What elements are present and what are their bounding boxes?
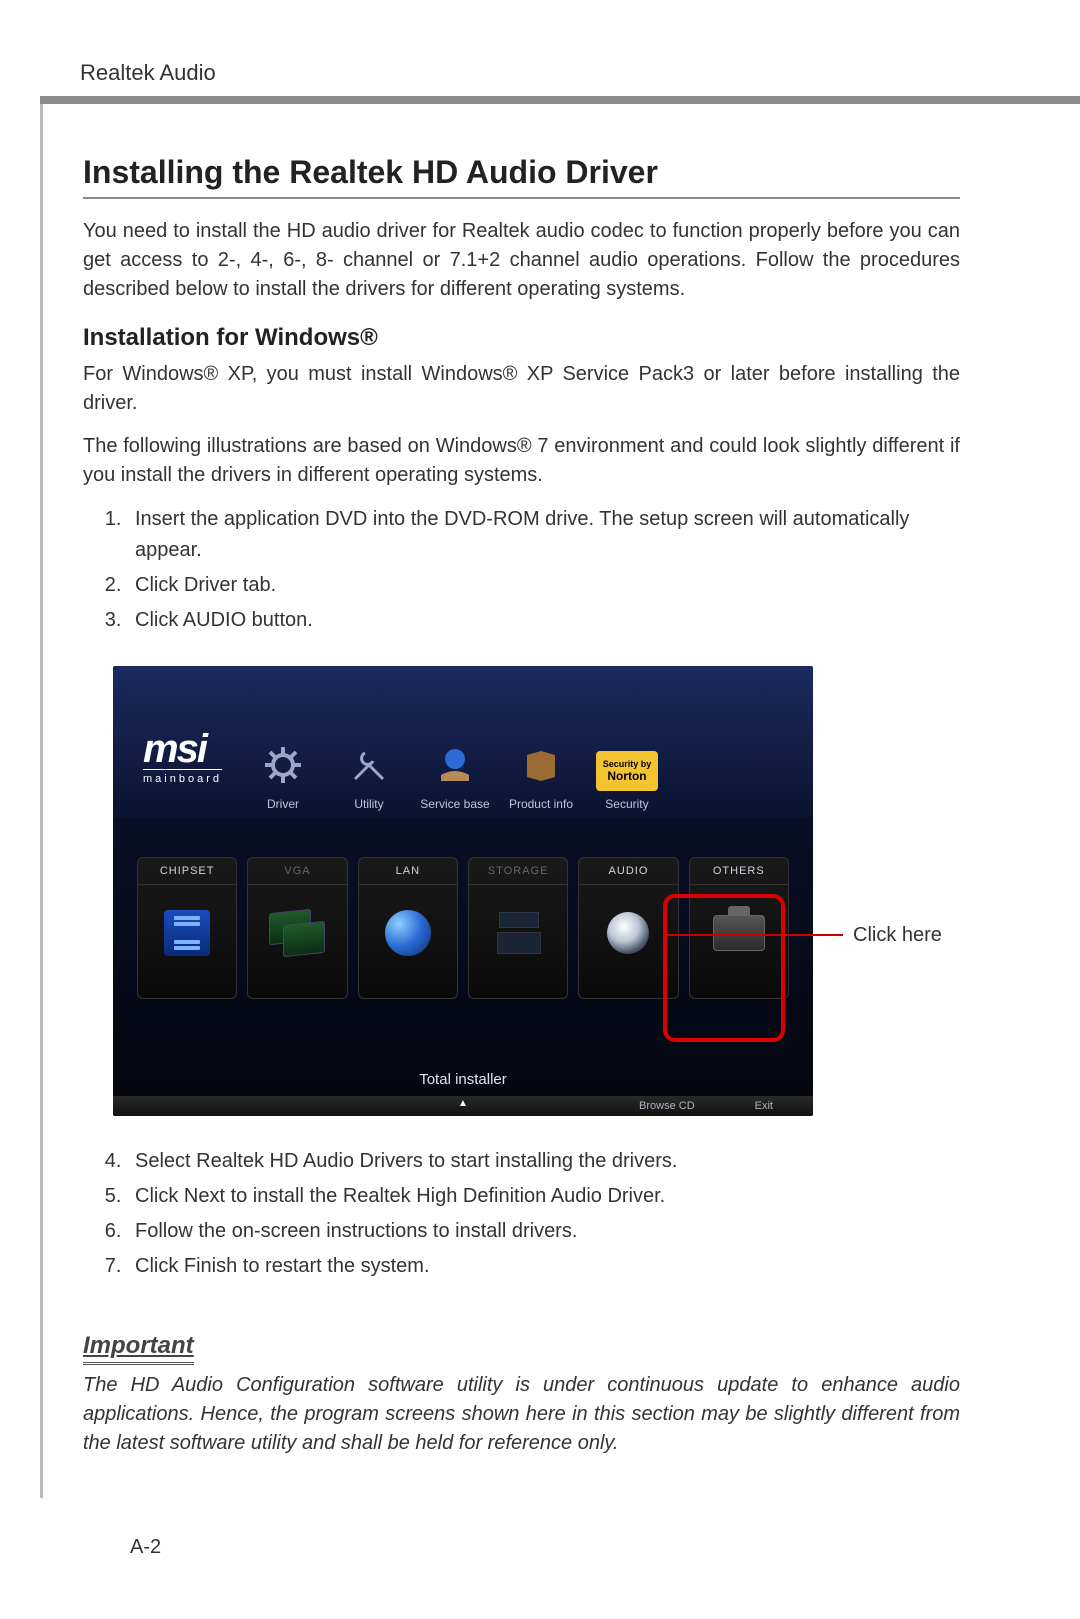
vga-icon xyxy=(269,911,325,955)
top-tab-utility[interactable]: Utility xyxy=(326,739,412,811)
tile-lan[interactable]: LAN xyxy=(358,857,458,999)
tile-label: AUDIO xyxy=(579,858,677,885)
globe-hand-icon xyxy=(412,739,498,791)
top-tab-label: Driver xyxy=(267,797,299,811)
running-header: Realtek Audio xyxy=(80,60,1000,86)
screenshot-figure: msi mainboard Driver Utility Service bas… xyxy=(113,666,960,1116)
top-tab-driver[interactable]: Driver xyxy=(240,739,326,811)
norton-badge: Security by Norton xyxy=(596,751,658,791)
top-tab-label: Utility xyxy=(354,797,383,811)
installer-screenshot: msi mainboard Driver Utility Service bas… xyxy=(113,666,813,1116)
top-tab-product[interactable]: Product info xyxy=(498,739,584,811)
tile-label: VGA xyxy=(248,858,346,885)
total-installer-label: Total installer xyxy=(113,1071,813,1088)
top-tab-service[interactable]: Service base xyxy=(412,739,498,811)
paragraph-win7-note: The following illustrations are based on… xyxy=(83,432,960,490)
paragraph-xp-note: For Windows® XP, you must install Window… xyxy=(83,360,960,418)
important-heading: Important xyxy=(83,1332,194,1365)
tools-icon xyxy=(326,739,412,791)
intro-paragraph: You need to install the HD audio driver … xyxy=(83,217,960,304)
tile-label: STORAGE xyxy=(469,858,567,885)
tile-label: OTHERS xyxy=(690,858,788,885)
step-item: Follow the on-screen instructions to ins… xyxy=(127,1216,960,1247)
exit-link[interactable]: Exit xyxy=(755,1100,773,1112)
norton-top-text: Security by xyxy=(603,759,652,769)
page-title: Installing the Realtek HD Audio Driver xyxy=(83,154,960,199)
step-item: Click Next to install the Realtek High D… xyxy=(127,1181,960,1212)
installer-footer-bar: ▲ Browse CD Exit xyxy=(113,1096,813,1116)
logo-main-text: msi xyxy=(143,733,222,765)
header-rule xyxy=(40,96,1080,104)
steps-list-a: Insert the application DVD into the DVD-… xyxy=(83,504,960,636)
lan-icon xyxy=(385,910,431,956)
tile-storage[interactable]: STORAGE xyxy=(468,857,568,999)
chipset-icon xyxy=(164,910,210,956)
step-item: Click Finish to restart the system. xyxy=(127,1251,960,1282)
tile-label: CHIPSET xyxy=(138,858,236,885)
tile-vga[interactable]: VGA xyxy=(247,857,347,999)
top-tab-label: Security xyxy=(605,797,648,811)
gear-icon xyxy=(240,739,326,791)
step-item: Click AUDIO button. xyxy=(127,605,960,636)
installer-bottom: Total installer ▲ Browse CD Exit xyxy=(113,1071,813,1116)
page-number: A-2 xyxy=(130,1536,161,1559)
document-page: Realtek Audio Installing the Realtek HD … xyxy=(0,0,1080,1619)
browse-cd-link[interactable]: Browse CD xyxy=(639,1100,695,1112)
logo-sub-text: mainboard xyxy=(143,769,222,785)
tile-label: LAN xyxy=(359,858,457,885)
steps-list-b: Select Realtek HD Audio Drivers to start… xyxy=(83,1146,960,1282)
callout-highlight-box xyxy=(663,934,843,940)
step-item: Insert the application DVD into the DVD-… xyxy=(127,504,960,566)
storage-icon xyxy=(495,910,541,956)
top-tab-label: Service base xyxy=(420,797,489,811)
important-note: The HD Audio Configuration software util… xyxy=(83,1371,960,1458)
folder-icon xyxy=(498,739,584,791)
top-tab-label: Product info xyxy=(509,797,573,811)
expand-arrow-icon[interactable]: ▲ xyxy=(458,1098,468,1109)
step-item: Select Realtek HD Audio Drivers to start… xyxy=(127,1146,960,1177)
step-item: Click Driver tab. xyxy=(127,570,960,601)
content-frame: Installing the Realtek HD Audio Driver Y… xyxy=(40,104,1000,1498)
speaker-icon xyxy=(607,912,649,954)
msi-logo: msi mainboard xyxy=(143,733,222,811)
norton-name-text: Norton xyxy=(607,769,646,783)
top-tab-security[interactable]: Security by Norton Security xyxy=(584,751,670,811)
section-heading-windows: Installation for Windows® xyxy=(83,324,960,352)
installer-top-bar: msi mainboard Driver Utility Service bas… xyxy=(113,666,813,817)
callout-label: Click here xyxy=(853,924,942,947)
tile-chipset[interactable]: CHIPSET xyxy=(137,857,237,999)
